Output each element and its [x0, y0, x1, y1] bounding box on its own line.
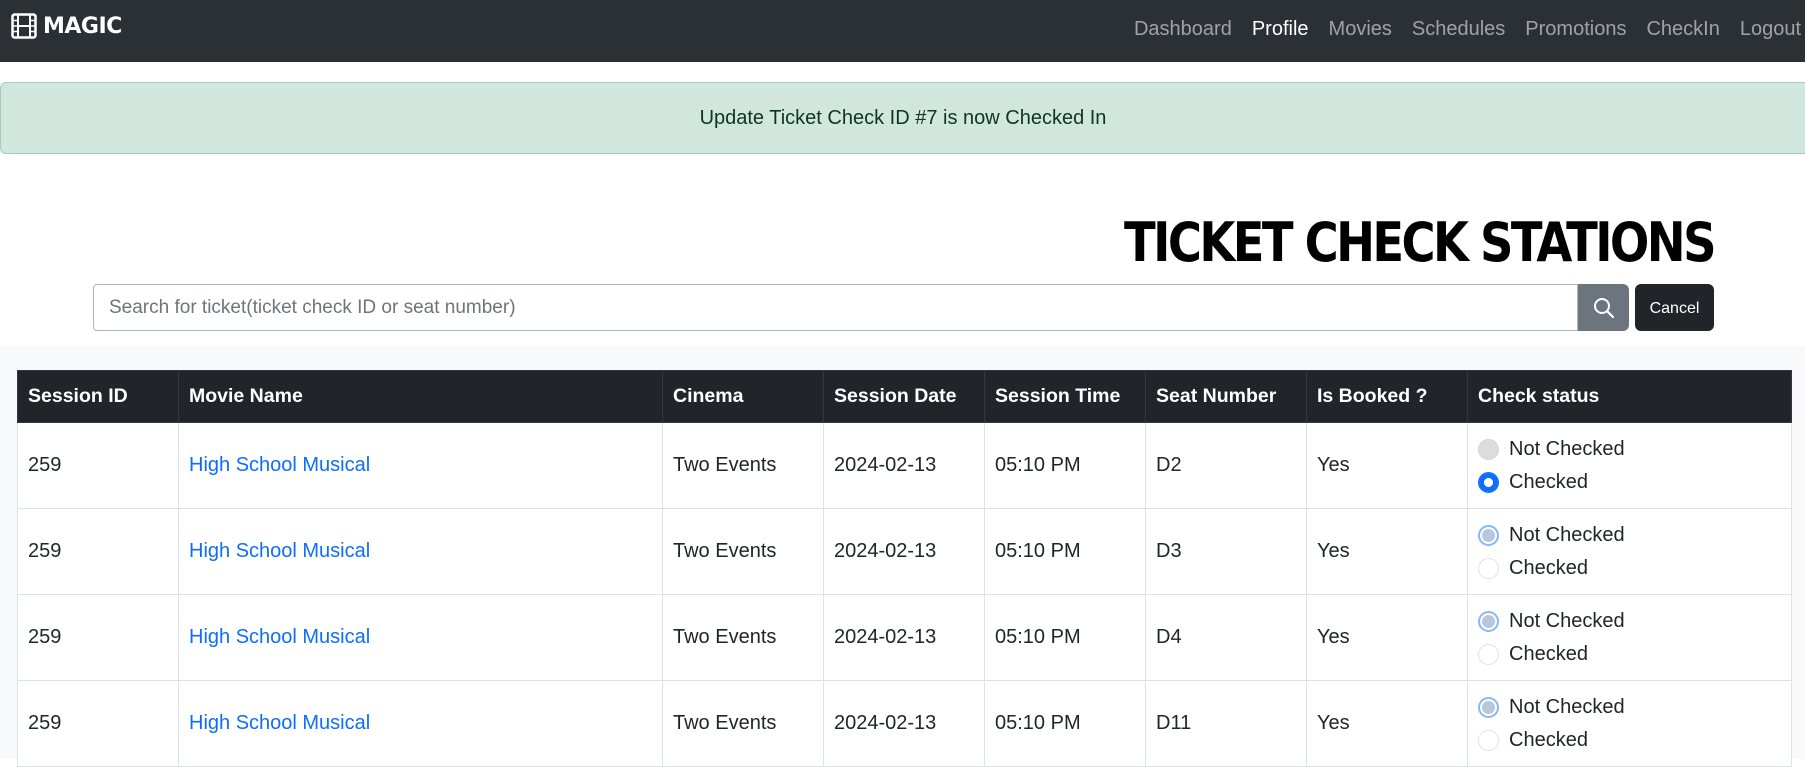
cell-booked: Yes [1306, 422, 1468, 509]
cell-cinema: Two Events [662, 594, 824, 681]
movie-link[interactable]: High School Musical [189, 454, 370, 476]
not-checked-radio[interactable] [1478, 438, 1499, 460]
success-alert: Update Ticket Check ID #7 is now Checked… [0, 82, 1805, 154]
cell-seat: D11 [1145, 680, 1307, 767]
column-header: Check status [1467, 370, 1792, 423]
search-group [93, 284, 1629, 331]
status-option[interactable]: Checked [1478, 638, 1781, 671]
column-header: Seat Number [1145, 370, 1307, 423]
cell-session-id: 259 [17, 508, 179, 595]
nav-link-movies[interactable]: Movies [1319, 18, 1402, 41]
brand-logo-link[interactable]: MAGIC [11, 10, 122, 42]
status-option-label: Checked [1509, 470, 1588, 493]
status-option[interactable]: Checked [1478, 552, 1781, 585]
table-row: 259 High School Musical Two Events 2024-02-… [17, 680, 1792, 767]
cell-booked: Yes [1306, 508, 1468, 595]
cell-date: 2024-02-13 [823, 680, 985, 767]
checked-radio[interactable] [1478, 729, 1499, 751]
cell-booked: Yes [1306, 680, 1468, 767]
page-title: TICKET CHECK STATIONS [1124, 211, 1717, 274]
cell-check-status: Not Checked Checked [1467, 422, 1792, 509]
movie-link[interactable]: High School Musical [189, 712, 370, 734]
column-header: Session ID [17, 370, 179, 423]
status-option-label: Not Checked [1509, 609, 1625, 632]
not-checked-radio[interactable] [1478, 524, 1499, 546]
status-option[interactable]: Not Checked [1478, 433, 1781, 466]
cell-seat: D3 [1145, 508, 1307, 595]
tickets-table: Session ID Movie Name Cinema Session Date Se… [17, 370, 1792, 767]
cell-check-status: Not Checked Checked [1467, 680, 1792, 767]
status-option[interactable]: Not Checked [1478, 691, 1781, 724]
status-option[interactable]: Checked [1478, 724, 1781, 757]
status-option-label: Not Checked [1509, 695, 1625, 718]
movie-link[interactable]: High School Musical [189, 540, 370, 562]
film-icon [11, 13, 37, 39]
alert-message: Update Ticket Check ID #7 is now Checked… [699, 106, 1107, 129]
cell-movie: High School Musical [178, 680, 663, 767]
status-option[interactable]: Not Checked [1478, 605, 1781, 638]
table-row: 259 High School Musical Two Events 2024-02-… [17, 422, 1792, 509]
cell-movie: High School Musical [178, 594, 663, 681]
cell-seat: D2 [1145, 422, 1307, 509]
cancel-button[interactable]: Cancel [1635, 284, 1714, 331]
checked-radio[interactable] [1478, 557, 1499, 579]
table-body: 259 High School Musical Two Events 2024-02-… [17, 422, 1792, 767]
status-option-label: Not Checked [1509, 523, 1625, 546]
search-icon [1593, 297, 1614, 318]
top-navbar: MAGIC Dashboard Profile Movies Schedules Pro… [0, 0, 1805, 62]
nav-link-logout[interactable]: Logout [1730, 18, 1805, 41]
status-option[interactable]: Checked [1478, 466, 1781, 499]
table-header-row: Session ID Movie Name Cinema Session Date Se… [17, 370, 1792, 423]
column-header: Is Booked ? [1306, 370, 1468, 423]
cell-booked: Yes [1306, 594, 1468, 681]
cell-cinema: Two Events [662, 508, 824, 595]
cell-cinema: Two Events [662, 422, 824, 509]
column-header: Movie Name [178, 370, 663, 423]
status-option-label: Checked [1509, 642, 1588, 665]
cell-session-id: 259 [17, 594, 179, 681]
cell-seat: D4 [1145, 594, 1307, 681]
nav-link-profile[interactable]: Profile [1242, 18, 1319, 41]
movie-link[interactable]: High School Musical [189, 626, 370, 648]
cell-check-status: Not Checked Checked [1467, 594, 1792, 681]
cell-time: 05:10 PM [984, 680, 1146, 767]
ticket-search-input[interactable] [93, 284, 1578, 331]
status-option-label: Checked [1509, 556, 1588, 579]
column-header: Session Date [823, 370, 985, 423]
nav-links: Dashboard Profile Movies Schedules Promotion… [1124, 0, 1805, 58]
cell-movie: High School Musical [178, 422, 663, 509]
cell-cinema: Two Events [662, 680, 824, 767]
status-option[interactable]: Not Checked [1478, 519, 1781, 552]
not-checked-radio[interactable] [1478, 696, 1499, 718]
column-header: Cinema [662, 370, 824, 423]
cell-date: 2024-02-13 [823, 594, 985, 681]
cell-session-id: 259 [17, 422, 179, 509]
cell-date: 2024-02-13 [823, 422, 985, 509]
cell-date: 2024-02-13 [823, 508, 985, 595]
checked-radio[interactable] [1478, 471, 1499, 493]
nav-link-dashboard[interactable]: Dashboard [1124, 18, 1242, 41]
status-option-label: Not Checked [1509, 437, 1625, 460]
cell-movie: High School Musical [178, 508, 663, 595]
cell-time: 05:10 PM [984, 594, 1146, 681]
checked-radio[interactable] [1478, 643, 1499, 665]
nav-link-schedules[interactable]: Schedules [1402, 18, 1515, 41]
cell-session-id: 259 [17, 680, 179, 767]
table-row: 259 High School Musical Two Events 2024-02-… [17, 594, 1792, 681]
table-row: 259 High School Musical Two Events 2024-02-… [17, 508, 1792, 595]
cell-check-status: Not Checked Checked [1467, 508, 1792, 595]
cell-time: 05:10 PM [984, 422, 1146, 509]
search-button[interactable] [1578, 284, 1629, 331]
table-container: Session ID Movie Name Cinema Session Date Se… [0, 346, 1805, 767]
cell-time: 05:10 PM [984, 508, 1146, 595]
column-header: Session Time [984, 370, 1146, 423]
nav-link-checkin[interactable]: CheckIn [1636, 18, 1729, 41]
brand-name: MAGIC [43, 13, 122, 39]
not-checked-radio[interactable] [1478, 610, 1499, 632]
nav-link-promotions[interactable]: Promotions [1515, 18, 1636, 41]
status-option-label: Checked [1509, 728, 1588, 751]
